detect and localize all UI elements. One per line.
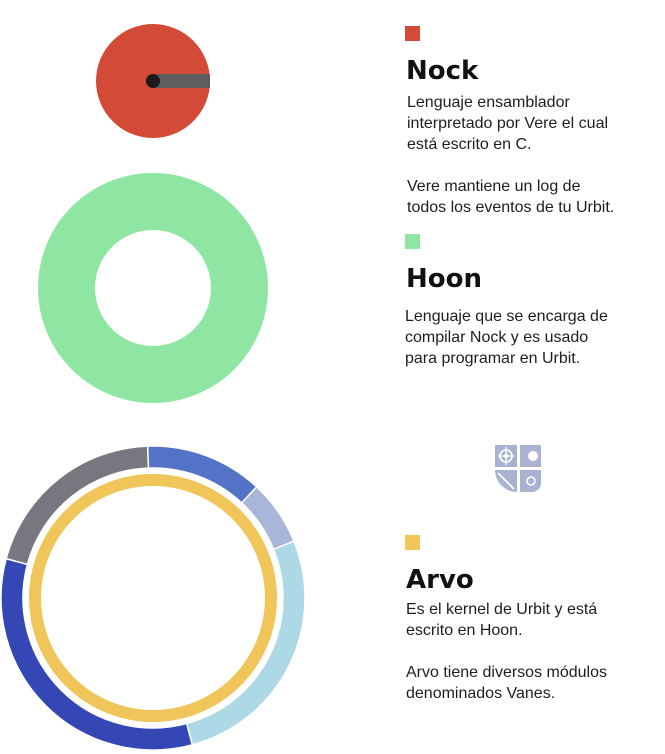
arvo-description: Es el kernel de Urbit y está escrito en … xyxy=(406,601,607,702)
hoon-title: Hoon xyxy=(406,264,482,294)
arvo-ring-separator xyxy=(25,470,281,726)
nock-description: Lenguaje ensamblador interpretado por Ve… xyxy=(407,94,615,216)
arvo-inner-ring xyxy=(29,474,277,722)
arvo-title: Arvo xyxy=(406,565,474,595)
logo-part xyxy=(520,470,541,492)
hoon-ring xyxy=(38,173,268,403)
urbit-logo-icon xyxy=(495,445,541,492)
hoon-description: Lenguaje que se encarga de compilar Nock… xyxy=(405,308,608,367)
hoon-donut xyxy=(38,173,268,403)
nock-legend-swatch xyxy=(405,26,420,41)
nock-disc xyxy=(96,24,210,138)
nock-pointer-bar xyxy=(153,74,210,88)
hoon-legend-swatch xyxy=(405,234,420,249)
nock-title: Nock xyxy=(406,56,479,86)
arvo-legend-swatch xyxy=(405,535,420,550)
arvo-outer-ring xyxy=(0,445,306,751)
nock-pointer-dot xyxy=(146,74,160,88)
arvo-rings xyxy=(0,445,306,751)
